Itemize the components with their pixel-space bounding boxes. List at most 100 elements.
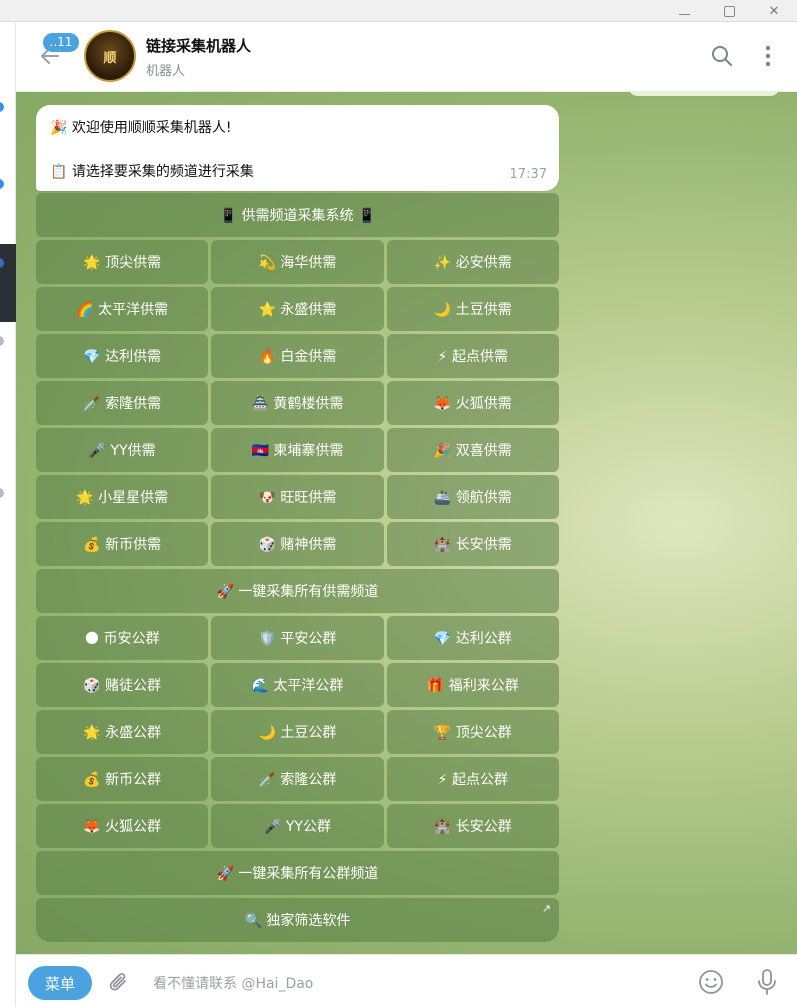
keyboard-button-label: 🎉 双喜供需 (433, 443, 512, 459)
keyboard-button[interactable]: 🌟 顶尖供需 (36, 240, 209, 284)
keyboard-button[interactable]: 🔍 独家筛选软件 ↗ (36, 898, 559, 942)
keyboard-button[interactable]: 🎁 福利来公群 (386, 663, 559, 707)
avatar-text: 顺 (103, 50, 117, 66)
keyboard-button[interactable]: ⚡ 起点供需 (386, 334, 559, 378)
minimize-icon[interactable] (662, 0, 706, 22)
keyboard-button[interactable]: 🌙 土豆供需 (386, 287, 559, 331)
keyboard-button[interactable]: 🎤 YY供需 (36, 428, 209, 472)
keyboard-button[interactable]: 🏯 黄鹤楼供需 (211, 381, 384, 425)
close-icon[interactable]: ✕ (752, 0, 796, 22)
keyboard-button-label: 🚀 一键采集所有公群频道 (216, 866, 379, 882)
maximize-icon[interactable] (707, 0, 751, 22)
keyboard-button[interactable]: 🦊 火狐供需 (386, 381, 559, 425)
search-icon[interactable] (710, 44, 734, 68)
keyboard-button[interactable]: 🎤 YY公群 (211, 804, 384, 848)
keyboard-button[interactable]: 🗡️ 索隆公群 (211, 757, 384, 801)
more-menu-icon[interactable] (756, 44, 780, 68)
attach-icon[interactable] (108, 970, 130, 996)
keyboard-button-label: 🌟 顶尖供需 (83, 255, 162, 271)
message-composer: 菜单 看不懂请联系 @Hai_Dao (16, 954, 797, 1007)
bot-menu-button[interactable]: 菜单 (28, 966, 92, 1000)
keyboard-button[interactable]: 🌊 太平洋公群 (211, 663, 384, 707)
selected-chat-indicator (0, 244, 16, 322)
keyboard-button[interactable]: 🛡️ 平安公群 (211, 616, 384, 660)
keyboard-button-label: 🏰 长安供需 (433, 537, 512, 553)
keyboard-button[interactable]: 🎲 赌徒公群 (36, 663, 209, 707)
keyboard-row: 🌑 币安公群 🛡️ 平安公群 💎 达利公群 (36, 616, 559, 660)
keyboard-button-label: 🎲 赌徒公群 (83, 678, 162, 694)
keyboard-button[interactable]: 🐶 旺旺供需 (211, 475, 384, 519)
keyboard-button-label: ✨ 必安供需 (433, 255, 512, 271)
keyboard-row: 🌟 永盛公群 🌙 土豆公群 🏆 顶尖公群 (36, 710, 559, 754)
keyboard-button[interactable]: 🚀 一键采集所有公群频道 (36, 851, 559, 895)
keyboard-row: 💰 新币供需 🎲 赌神供需 🏰 长安供需 (36, 522, 559, 566)
message-input[interactable]: 看不懂请联系 @Hai_Dao (153, 973, 313, 993)
keyboard-button-label: 🌙 土豆公群 (258, 725, 337, 741)
keyboard-row: 🎲 赌徒公群 🌊 太平洋公群 🎁 福利来公群 (36, 663, 559, 707)
keyboard-button[interactable]: 💫 海华供需 (211, 240, 384, 284)
keyboard-button-label: ⚡ 起点公群 (437, 772, 508, 788)
keyboard-button[interactable]: 🌈 太平洋供需 (36, 287, 209, 331)
chat-title[interactable]: 链接采集机器人 (146, 35, 251, 56)
keyboard-button[interactable]: 🎲 赌神供需 (211, 522, 384, 566)
keyboard-button-label: ⚡ 起点供需 (437, 349, 508, 365)
keyboard-row: 📱 供需频道采集系统 📱 (36, 193, 559, 237)
unread-count-badge: ..11 (43, 33, 79, 52)
keyboard-button-label: 🎤 YY公群 (263, 819, 331, 835)
chat-status: 机器人 (146, 64, 186, 79)
keyboard-button[interactable]: 🏰 长安供需 (386, 522, 559, 566)
keyboard-button[interactable]: 🏆 顶尖公群 (386, 710, 559, 754)
avatar[interactable]: 顺 (84, 30, 136, 82)
chat-list-edge (0, 22, 16, 1007)
message-time: 17:37 (509, 167, 547, 182)
keyboard-button-label: 🛡️ 平安公群 (258, 631, 337, 647)
keyboard-button[interactable]: 📱 供需频道采集系统 📱 (36, 193, 559, 237)
keyboard-button[interactable]: 🌑 币安公群 (36, 616, 209, 660)
keyboard-button[interactable]: 💎 达利供需 (36, 334, 209, 378)
keyboard-button-label: 🌊 太平洋公群 (251, 678, 344, 694)
keyboard-button[interactable]: ⚡ 起点公群 (386, 757, 559, 801)
keyboard-button-label: 💎 达利供需 (83, 349, 162, 365)
keyboard-button[interactable]: 🎉 双喜供需 (386, 428, 559, 472)
keyboard-button[interactable]: 💎 达利公群 (386, 616, 559, 660)
keyboard-button[interactable]: 🌟 小星星供需 (36, 475, 209, 519)
keyboard-button[interactable]: 🌙 土豆公群 (211, 710, 384, 754)
keyboard-button-label: 🏰 长安公群 (433, 819, 512, 835)
message-line: 🎉 欢迎使用顺顺采集机器人! (50, 120, 232, 136)
keyboard-button-label: 🚀 一键采集所有供需频道 (216, 584, 379, 600)
keyboard-button[interactable]: 🇰🇭 柬埔寨供需 (211, 428, 384, 472)
keyboard-button[interactable]: 🗡️ 索隆供需 (36, 381, 209, 425)
unread-dot (0, 336, 4, 346)
keyboard-button[interactable]: 🦊 火狐公群 (36, 804, 209, 848)
keyboard-button[interactable]: ✨ 必安供需 (386, 240, 559, 284)
keyboard-button-label: 🌑 币安公群 (84, 631, 160, 647)
keyboard-button[interactable]: 🚀 一键采集所有供需频道 (36, 569, 559, 613)
keyboard-button[interactable]: 🏰 长安公群 (386, 804, 559, 848)
keyboard-button-label: 💫 海华供需 (258, 255, 337, 271)
keyboard-button[interactable]: 💰 新币供需 (36, 522, 209, 566)
keyboard-row: 🗡️ 索隆供需 🏯 黄鹤楼供需 🦊 火狐供需 (36, 381, 559, 425)
keyboard-button[interactable]: 🌟 永盛公群 (36, 710, 209, 754)
keyboard-button-label: 🇰🇭 柬埔寨供需 (251, 443, 344, 459)
keyboard-row: 🌟 小星星供需 🐶 旺旺供需 🚢 领航供需 (36, 475, 559, 519)
keyboard-row: 🎤 YY供需 🇰🇭 柬埔寨供需 🎉 双喜供需 (36, 428, 559, 472)
keyboard-button-label: 💎 达利公群 (433, 631, 512, 647)
keyboard-button[interactable]: 💰 新币公群 (36, 757, 209, 801)
unread-dot (0, 488, 4, 498)
keyboard-button-label: 🦊 火狐供需 (433, 396, 512, 412)
chat-header: ..11 顺 链接采集机器人 机器人 (16, 22, 797, 92)
keyboard-button-label: 🎤 YY供需 (88, 443, 156, 459)
keyboard-button[interactable]: 🔥 白金供需 (211, 334, 384, 378)
microphone-icon[interactable] (756, 968, 778, 996)
emoji-icon[interactable] (698, 969, 724, 995)
keyboard-row: 🦊 火狐公群 🎤 YY公群 🏰 长安公群 (36, 804, 559, 848)
keyboard-button-label: 💰 新币供需 (83, 537, 162, 553)
keyboard-button-label: 🌈 太平洋供需 (76, 302, 169, 318)
chat-area[interactable]: 🎉 欢迎使用顺顺采集机器人! 📋 请选择要采集的频道进行采集 17:37 📱 供… (16, 92, 797, 954)
keyboard-button[interactable]: 🚢 领航供需 (386, 475, 559, 519)
unread-dot (0, 179, 4, 189)
keyboard-button[interactable]: ⭐ 永盛供需 (211, 287, 384, 331)
keyboard-button-label: 🏯 黄鹤楼供需 (251, 396, 344, 412)
keyboard-button-label: 🗡️ 索隆供需 (83, 396, 162, 412)
keyboard-button-label: 🦊 火狐公群 (83, 819, 162, 835)
